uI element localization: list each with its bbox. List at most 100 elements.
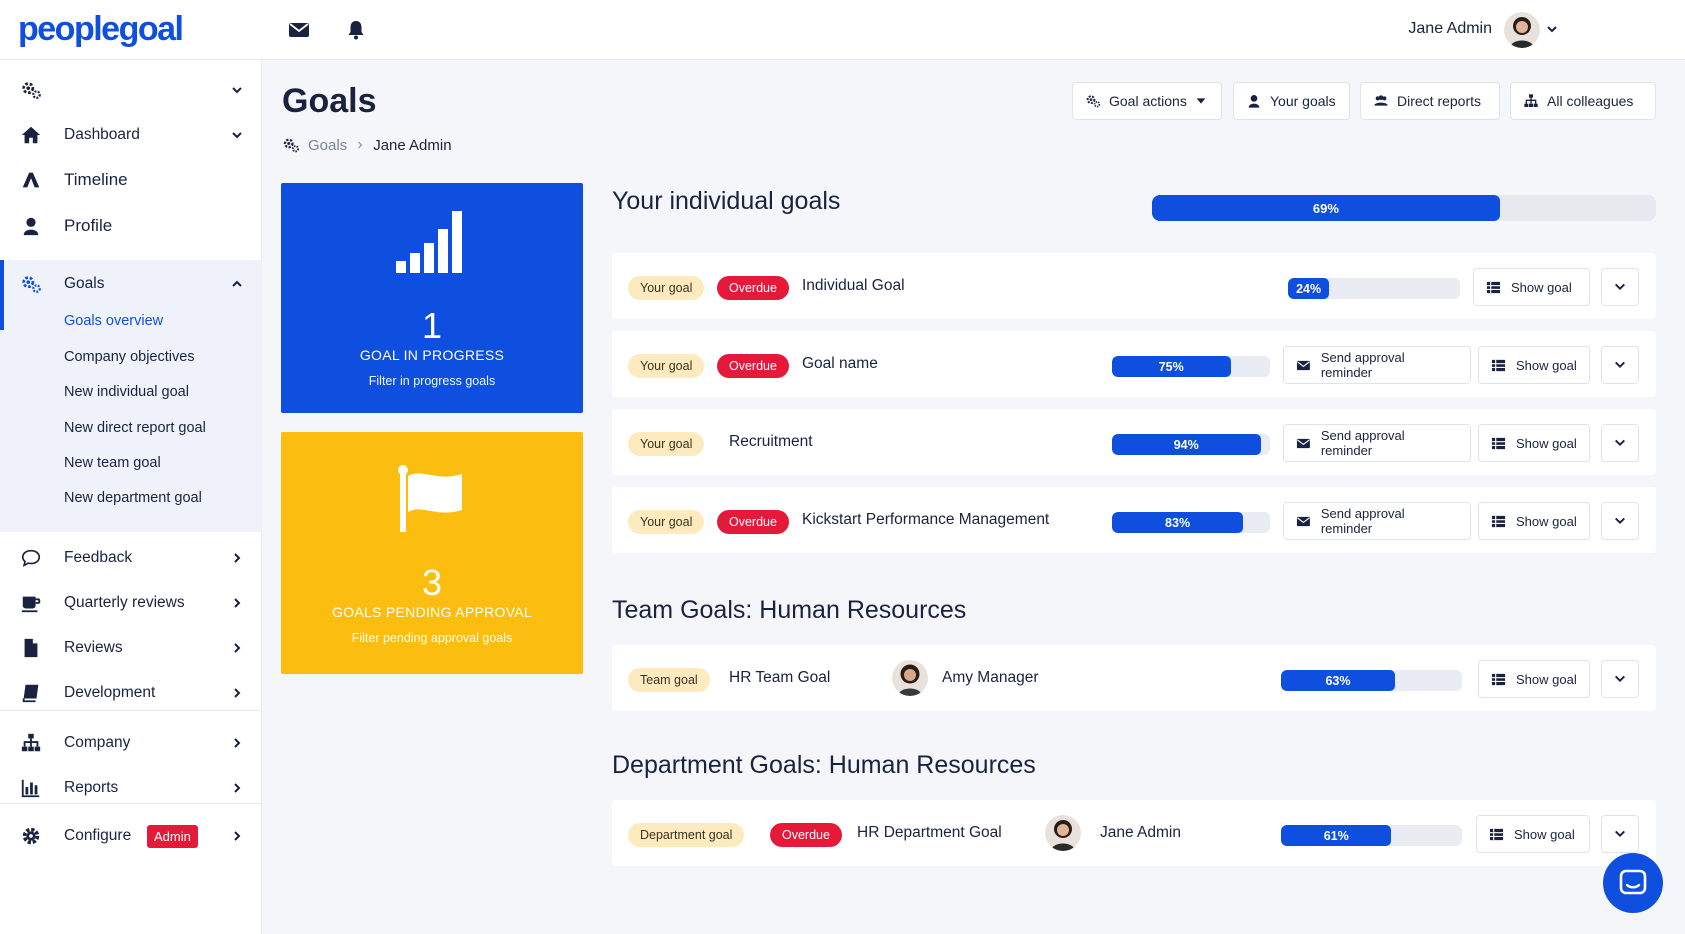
chevron-down-icon[interactable]: [1545, 22, 1559, 36]
sidebar-item-company[interactable]: Company: [0, 723, 262, 763]
goal-name[interactable]: HR Team Goal: [729, 669, 830, 687]
breadcrumb-current: Jane Admin: [373, 136, 452, 154]
sidebar-item-reviews[interactable]: Reviews: [0, 628, 262, 668]
goal-name[interactable]: Kickstart Performance Management: [802, 511, 1049, 529]
goal-progress-fill: 61%: [1281, 825, 1392, 846]
home-icon: [21, 126, 41, 144]
goal-actions-button[interactable]: Goal actions: [1072, 82, 1222, 120]
bar-chart-icon: [21, 779, 40, 798]
envelope-icon: [1296, 438, 1310, 448]
peoplegoal-logo[interactable]: peoplegoal: [18, 10, 184, 49]
goal-progress-fill: 75%: [1112, 356, 1231, 377]
sitemap-icon: [1524, 94, 1538, 107]
row-menu-button[interactable]: [1601, 660, 1639, 698]
goal-name[interactable]: HR Department Goal: [857, 824, 1002, 842]
show-goal-button[interactable]: Show goal: [1478, 424, 1590, 462]
owner-name: Amy Manager: [942, 669, 1039, 686]
breadcrumb-goals[interactable]: Goals: [308, 137, 347, 154]
chevron-right-icon: [234, 598, 241, 608]
show-goal-button[interactable]: Show goal: [1476, 815, 1590, 853]
sidebar-divider: [0, 710, 262, 711]
sidebar-item-feedback[interactable]: Feedback: [0, 538, 262, 578]
your-goals-button[interactable]: Your goals: [1233, 82, 1350, 120]
row-menu-button[interactable]: [1601, 815, 1639, 853]
row-menu-button[interactable]: [1601, 502, 1639, 540]
sidebar-subitem-goals-overview[interactable]: Goals overview: [64, 313, 163, 329]
list-icon: [1486, 281, 1501, 293]
in-progress-card[interactable]: 1 GOAL IN PROGRESS Filter in progress go…: [281, 183, 583, 413]
sidebar-subitem-new-direct-report-goal[interactable]: New direct report goal: [64, 420, 206, 436]
send-approval-reminder-button[interactable]: Send approval reminder: [1283, 424, 1471, 462]
chevron-right-icon: [234, 643, 241, 653]
sidebar-subitem-new-team-goal[interactable]: New team goal: [64, 455, 161, 471]
flag-icon: [398, 465, 462, 532]
sidebar-item-configure[interactable]: Configure Admin: [0, 816, 262, 856]
show-goal-button[interactable]: Show goal: [1478, 660, 1590, 698]
goal-name[interactable]: Individual Goal: [802, 277, 905, 295]
show-goal-button[interactable]: Show goal: [1478, 502, 1590, 540]
caret-down-icon: [1196, 98, 1206, 104]
filter-pending-link[interactable]: Filter pending approval goals: [281, 631, 583, 645]
pending-caption: GOALS PENDING APPROVAL: [331, 604, 533, 620]
show-goal-button[interactable]: Show goal: [1478, 346, 1590, 384]
your-goal-tag: Your goal: [628, 510, 705, 534]
sidebar-item-label: Quarterly reviews: [64, 594, 185, 611]
timeline-icon: [22, 172, 40, 188]
sidebar-item-profile[interactable]: Profile: [0, 206, 262, 246]
goal-row: Department goal Overdue HR Department Go…: [612, 800, 1656, 866]
bell-icon[interactable]: [344, 18, 368, 42]
row-menu-button[interactable]: [1601, 268, 1639, 306]
sidebar-item-label: Profile: [64, 216, 113, 235]
sidebar-item-quarterly-reviews[interactable]: Quarterly reviews: [0, 583, 262, 623]
show-goal-button[interactable]: Show goal: [1473, 268, 1590, 306]
goal-progress-bar: 94%: [1112, 434, 1270, 455]
overdue-tag: Overdue: [770, 823, 842, 847]
sidebar-item-goals[interactable]: Goals: [0, 264, 262, 304]
sitemap-icon: [21, 733, 41, 752]
all-colleagues-button[interactable]: All colleagues: [1510, 82, 1656, 120]
chevron-down-icon: [232, 132, 242, 139]
chevron-down-icon: [1615, 517, 1625, 525]
overall-progress-bar: 69%: [1152, 195, 1656, 221]
sidebar-item-reports[interactable]: Reports: [0, 768, 262, 808]
row-menu-button[interactable]: [1601, 424, 1639, 462]
book-icon: [22, 684, 39, 703]
row-menu-button[interactable]: [1601, 346, 1639, 384]
goal-name[interactable]: Goal name: [802, 355, 878, 373]
mail-icon[interactable]: [287, 18, 311, 42]
send-approval-reminder-button[interactable]: Send approval reminder: [1283, 502, 1471, 540]
cogs-icon: [22, 82, 41, 99]
goal-row: Your goal Overdue Kickstart Performance …: [612, 487, 1656, 553]
sidebar-item-dashboard[interactable]: Dashboard: [0, 115, 262, 155]
sidebar-divider: [0, 803, 262, 804]
sidebar-item-label: Goals: [64, 275, 105, 292]
chat-launcher-button[interactable]: [1603, 853, 1663, 913]
user-name[interactable]: Jane Admin: [1408, 20, 1492, 38]
sidebar-subitem-company-objectives[interactable]: Company objectives: [64, 349, 195, 365]
department-goal-tag: Department goal: [628, 823, 745, 847]
chevron-right-icon: [234, 831, 241, 841]
cogs-icon: [1086, 95, 1101, 108]
sidebar-item-label: Development: [64, 684, 156, 701]
signal-bars-icon: [396, 211, 462, 273]
sidebar-item-development[interactable]: Development: [0, 673, 262, 713]
send-approval-reminder-button[interactable]: Send approval reminder: [1283, 346, 1471, 384]
pending-approval-card[interactable]: 3 GOALS PENDING APPROVAL Filter pending …: [281, 432, 583, 674]
sidebar-item-timeline[interactable]: Timeline: [0, 160, 262, 200]
user-avatar[interactable]: [1504, 12, 1540, 48]
team-goals-title: Team Goals: Human Resources: [612, 596, 967, 624]
direct-reports-button[interactable]: Direct reports: [1360, 82, 1500, 120]
sidebar-subitem-new-department-goal[interactable]: New department goal: [64, 490, 202, 506]
sidebar-item-settings[interactable]: [0, 70, 262, 110]
overdue-tag: Overdue: [717, 276, 789, 300]
sidebar-item-label: Company: [64, 734, 131, 751]
goal-name[interactable]: Recruitment: [729, 433, 813, 451]
sidebar-subitem-new-individual-goal[interactable]: New individual goal: [64, 384, 189, 400]
all-colleagues-label: All colleagues: [1547, 93, 1634, 109]
top-bar: peoplegoal Jane Admin: [0, 0, 1685, 60]
filter-in-progress-link[interactable]: Filter in progress goals: [281, 374, 583, 388]
goal-row: Team goal HR Team Goal Amy Manager 63% S…: [612, 645, 1656, 711]
pending-count: 3: [421, 562, 443, 603]
direct-reports-label: Direct reports: [1397, 93, 1482, 109]
coffee-cup-icon: [21, 596, 41, 613]
